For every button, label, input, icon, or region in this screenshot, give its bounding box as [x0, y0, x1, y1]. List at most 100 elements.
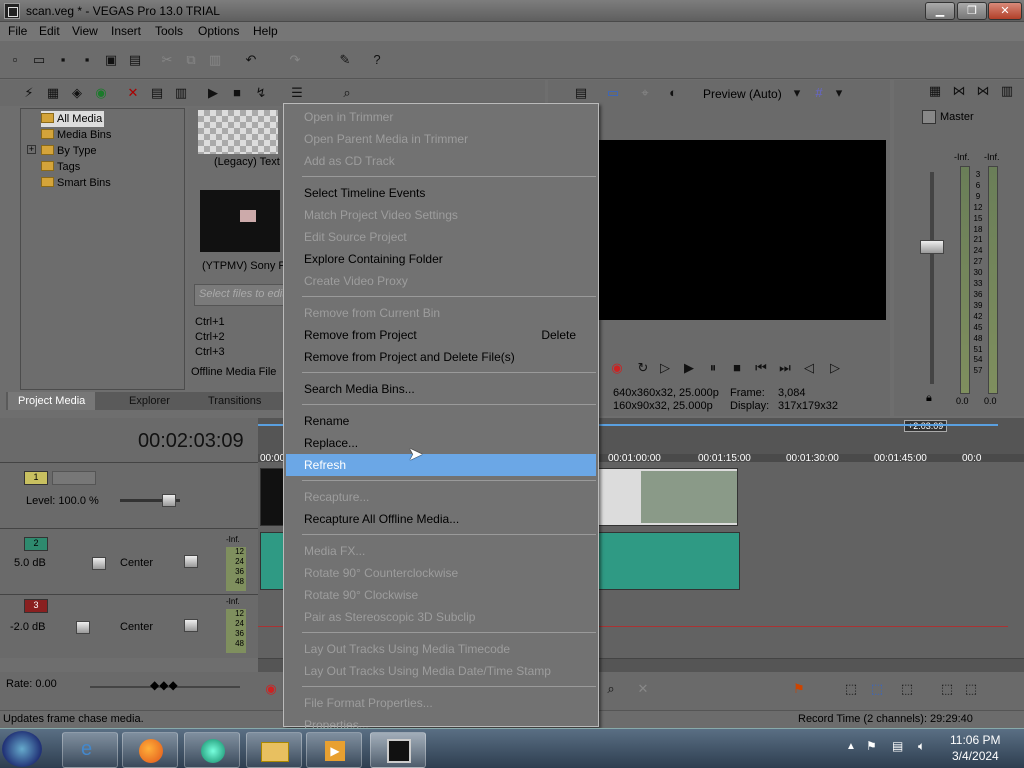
- auto-ripple-icon[interactable]: ⬚: [938, 680, 956, 698]
- overlays-icon[interactable]: #: [810, 84, 828, 102]
- tree-item-media-bins[interactable]: Media Bins: [41, 127, 111, 143]
- media-properties-icon[interactable]: ▤: [148, 84, 166, 102]
- import-media-icon[interactable]: ⚡: [20, 84, 38, 102]
- auto-preview-icon[interactable]: ↯: [252, 84, 270, 102]
- lock-icon[interactable]: 🔒︎: [926, 392, 932, 405]
- envelope-edit-tool-icon[interactable]: ⬚: [868, 680, 886, 698]
- go-to-start-icon[interactable]: ⏮: [752, 359, 770, 377]
- context-menu-item-refresh[interactable]: Refresh: [286, 454, 596, 476]
- render-icon[interactable]: ▣: [102, 51, 120, 69]
- stop-icon[interactable]: ■: [728, 359, 746, 377]
- network-icon[interactable]: ▤: [892, 739, 903, 753]
- record-icon[interactable]: ◉: [608, 359, 626, 377]
- track-3-volume-slider[interactable]: [76, 621, 90, 634]
- track-2-volume-slider[interactable]: [92, 557, 106, 570]
- context-menu-item-search-media-bins[interactable]: Search Media Bins...: [286, 378, 596, 400]
- play-icon[interactable]: ▶: [680, 359, 698, 377]
- tab-explorer[interactable]: Explorer: [119, 392, 180, 410]
- start-button[interactable]: [2, 731, 42, 767]
- track-1-level-slider[interactable]: [162, 494, 176, 507]
- stop-media-icon[interactable]: ■: [228, 84, 246, 102]
- preview-quality-dropdown[interactable]: Preview (Auto): [703, 87, 782, 101]
- menu-options[interactable]: Options: [193, 24, 244, 38]
- close-button[interactable]: ✕: [988, 2, 1022, 20]
- action-center-icon[interactable]: ⚑: [866, 739, 877, 753]
- refresh-media-icon[interactable]: ◉: [92, 84, 110, 102]
- expand-icon[interactable]: +: [27, 145, 36, 154]
- ytpmv-thumbnail[interactable]: [200, 190, 280, 252]
- tree-item-smart-bins[interactable]: Smart Bins: [41, 175, 111, 191]
- normal-edit-tool-icon[interactable]: ⬚: [842, 680, 860, 698]
- media-fx-icon[interactable]: ▥: [172, 84, 190, 102]
- search-icon[interactable]: ⌕: [338, 84, 356, 102]
- vegas-pro-taskbar-button[interactable]: [370, 732, 426, 768]
- mixer-icon[interactable]: ▦: [926, 82, 944, 100]
- preview-properties-icon[interactable]: ▤: [572, 84, 590, 102]
- tree-item-tags[interactable]: Tags: [41, 159, 80, 175]
- track-1-name-field[interactable]: [52, 471, 96, 485]
- tray-expand-icon[interactable]: ▲: [846, 741, 856, 752]
- chevron-down-icon[interactable]: ▾: [830, 84, 848, 102]
- context-menu-item-replace[interactable]: Replace...: [286, 432, 596, 454]
- cut-icon[interactable]: ✂: [158, 51, 176, 69]
- external-monitor-icon[interactable]: ▭: [604, 84, 622, 102]
- record-transport-icon[interactable]: ◉: [262, 680, 280, 698]
- lock-envelopes-icon[interactable]: ⬚: [962, 680, 980, 698]
- whats-this-icon[interactable]: ?: [368, 51, 386, 69]
- menu-edit[interactable]: Edit: [34, 24, 65, 38]
- split-screen-icon[interactable]: ◐: [664, 84, 682, 102]
- bus-icon[interactable]: ⋈: [950, 82, 968, 100]
- zoom-icon[interactable]: ⌕: [602, 680, 620, 698]
- tab-project-media[interactable]: Project Media: [8, 392, 96, 410]
- tree-item-by-type[interactable]: By Type: [41, 143, 97, 159]
- undo-icon[interactable]: ↶: [242, 51, 260, 69]
- meters-icon[interactable]: ▥: [998, 82, 1016, 100]
- context-menu-item-recapture-all-offline-media[interactable]: Recapture All Offline Media...: [286, 508, 596, 530]
- downmix-icon[interactable]: ⋈: [974, 82, 992, 100]
- save-icon[interactable]: ▪: [54, 51, 72, 69]
- go-to-end-icon[interactable]: ⏭: [776, 359, 794, 377]
- minimize-button[interactable]: ▁: [925, 2, 955, 20]
- previous-frame-icon[interactable]: ◁: [800, 359, 818, 377]
- menu-file[interactable]: File: [3, 24, 32, 38]
- video-clip-start[interactable]: [260, 468, 284, 526]
- context-menu-item-select-timeline-events[interactable]: Select Timeline Events: [286, 182, 596, 204]
- volume-muted-icon[interactable]: 🔈︎: [918, 739, 925, 754]
- open-icon[interactable]: ▭: [30, 51, 48, 69]
- search-input[interactable]: Select files to edit: [194, 284, 284, 306]
- save-as-icon[interactable]: ▪: [78, 51, 96, 69]
- pause-icon[interactable]: ⏸: [704, 359, 722, 377]
- video-clip-end[interactable]: [598, 468, 738, 526]
- chevron-down-icon[interactable]: ▾: [788, 84, 806, 102]
- properties-icon[interactable]: ▤: [126, 51, 144, 69]
- media-player-icon[interactable]: [184, 732, 240, 768]
- render-brush-icon[interactable]: ✎: [336, 51, 354, 69]
- capture-video-icon[interactable]: ▦: [44, 84, 62, 102]
- context-menu-item-remove-from-project[interactable]: Remove from Project Delete: [286, 324, 596, 346]
- paste-icon[interactable]: ▥: [206, 51, 224, 69]
- context-menu-item-explore-containing-folder[interactable]: Explore Containing Folder: [286, 248, 596, 270]
- loop-icon[interactable]: ↻: [634, 359, 652, 377]
- redo-icon[interactable]: ↷: [286, 51, 304, 69]
- master-fader[interactable]: [920, 240, 944, 254]
- context-menu-item-remove-from-project-and-delete-file-s[interactable]: Remove from Project and Delete File(s): [286, 346, 596, 368]
- play-from-start-icon[interactable]: ▷: [656, 359, 674, 377]
- firefox-icon[interactable]: [122, 732, 178, 768]
- get-photo-icon[interactable]: ◈: [68, 84, 86, 102]
- tree-item-all-media[interactable]: All Media: [41, 111, 105, 127]
- internet-explorer-icon[interactable]: e: [62, 732, 118, 768]
- menu-help[interactable]: Help: [248, 24, 283, 38]
- context-menu-item-rename[interactable]: Rename: [286, 410, 596, 432]
- fx-icon[interactable]: ⌖: [636, 84, 654, 102]
- menu-insert[interactable]: Insert: [106, 24, 146, 38]
- rate-slider[interactable]: ◆◆◆: [150, 678, 178, 692]
- tab-transitions[interactable]: Transitions: [198, 392, 271, 410]
- views-icon[interactable]: ☰: [288, 84, 306, 102]
- copy-icon[interactable]: ⧉: [182, 51, 200, 69]
- marker-icon[interactable]: ⚑: [790, 680, 808, 698]
- selection-edit-tool-icon[interactable]: ⬚: [898, 680, 916, 698]
- delete-icon[interactable]: ✕: [634, 680, 652, 698]
- new-icon[interactable]: ▫: [6, 51, 24, 69]
- track-3-pan-slider[interactable]: [184, 619, 198, 632]
- play-media-icon[interactable]: ▶: [204, 84, 222, 102]
